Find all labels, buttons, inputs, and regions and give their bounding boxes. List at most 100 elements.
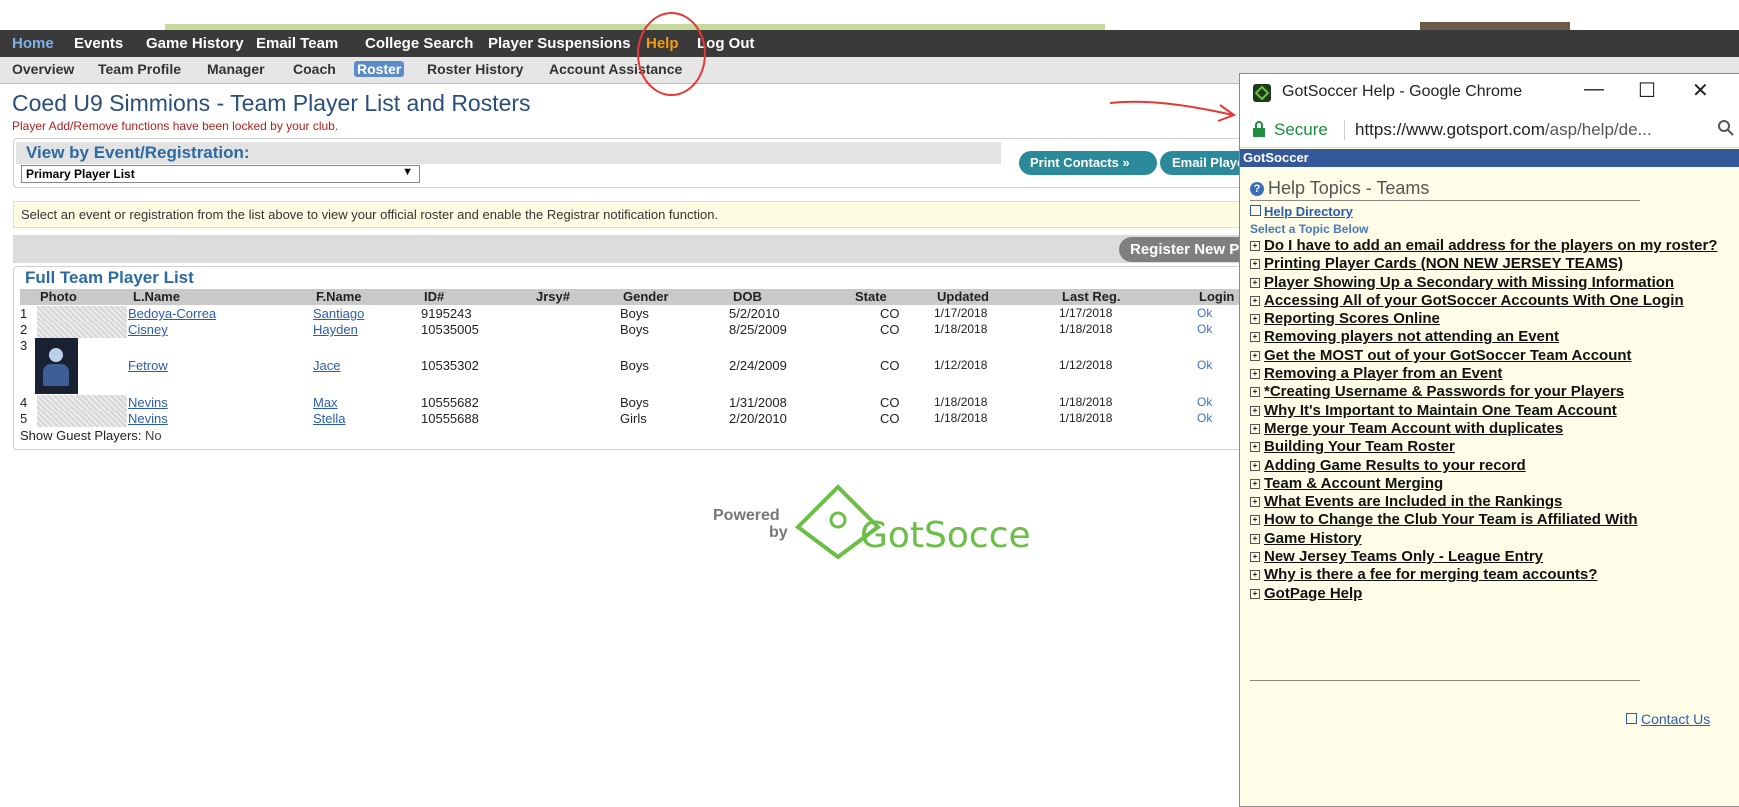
player-login-status[interactable]: Ok — [1197, 411, 1212, 425]
player-last-name-link[interactable]: Bedoya-Correa — [128, 306, 216, 321]
maximize-icon[interactable]: ☐ — [1638, 78, 1656, 103]
help-topic-link[interactable]: + Player Showing Up a Secondary with Miss… — [1250, 274, 1730, 292]
nav-home[interactable]: Home — [12, 35, 54, 52]
help-topic-link[interactable]: + Game History — [1250, 530, 1730, 548]
nav-player-suspensions[interactable]: Player Suspensions — [488, 35, 631, 52]
address-bar[interactable]: Secure https://www.gotsport.com/asp/help… — [1240, 112, 1739, 148]
player-last-name-link[interactable]: Nevins — [128, 411, 168, 426]
row-number: 5 — [20, 411, 28, 426]
expand-plus-icon: + — [1250, 460, 1260, 471]
subnav-overview[interactable]: Overview — [12, 61, 74, 77]
player-login-status[interactable]: Ok — [1197, 395, 1212, 409]
help-topic-link[interactable]: + Why It's Important to Maintain One Team… — [1250, 402, 1730, 420]
nav-game-history[interactable]: Game History — [146, 35, 244, 52]
help-topic-link[interactable]: + Adding Game Results to your record — [1250, 457, 1730, 475]
help-topic-link[interactable]: + Merge your Team Account with duplicates — [1250, 420, 1730, 438]
player-last-name-link[interactable]: Nevins — [128, 395, 168, 410]
guest-players-value: No — [145, 428, 162, 443]
player-first-name-link[interactable]: Max — [313, 395, 338, 410]
guest-players-label: Show Guest Players: — [20, 428, 142, 443]
expand-plus-icon: + — [1250, 314, 1260, 325]
contact-us-link[interactable]: Contact Us — [1641, 711, 1710, 727]
expand-plus-icon: + — [1250, 552, 1260, 563]
row-number: 4 — [20, 395, 28, 410]
help-topic-link[interactable]: + Accessing All of your GotSoccer Account… — [1250, 292, 1730, 310]
nav-events[interactable]: Events — [74, 35, 123, 52]
help-topic-link[interactable]: + Removing a Player from an Event — [1250, 365, 1730, 383]
close-icon[interactable]: ✕ — [1692, 78, 1709, 103]
player-first-name-link[interactable]: Jace — [313, 358, 340, 373]
player-last-name-link[interactable]: Cisney — [128, 322, 168, 337]
help-topic-link[interactable]: + Building Your Team Roster — [1250, 438, 1730, 456]
help-header-bar: GotSoccer — [1240, 149, 1739, 167]
player-login-status[interactable]: Ok — [1197, 358, 1212, 372]
guest-players-toggle[interactable]: Show Guest Players: No — [20, 428, 162, 443]
logo-powered: Powered — [713, 507, 780, 524]
player-updated: 1/12/2018 — [934, 358, 988, 372]
player-login-status[interactable]: Ok — [1197, 306, 1212, 320]
lock-icon — [1253, 121, 1265, 137]
col-last-name: L.Name — [133, 289, 180, 304]
col-updated: Updated — [937, 289, 989, 304]
help-topic-link[interactable]: + Reporting Scores Online — [1250, 310, 1730, 328]
player-last-reg: 1/18/2018 — [1059, 411, 1113, 425]
help-topic-link[interactable]: + New Jersey Teams Only - League Entry — [1250, 548, 1730, 566]
subnav-roster[interactable]: Roster — [354, 61, 405, 77]
player-first-name-link[interactable]: Hayden — [313, 322, 358, 337]
player-first-name-link[interactable]: Santiago — [313, 306, 364, 321]
player-last-name-link[interactable]: Fetrow — [128, 358, 168, 373]
nav-college-search[interactable]: College Search — [365, 35, 473, 52]
help-topic-link[interactable]: + Get the MOST out of your GotSoccer Team… — [1250, 347, 1730, 365]
row-number: 2 — [20, 322, 28, 337]
help-topic-link[interactable]: + How to Change the Club Your Team is Aff… — [1250, 511, 1730, 529]
player-state: CO — [880, 395, 900, 410]
help-topic-link[interactable]: + Removing players not attending an Event — [1250, 328, 1730, 346]
player-last-reg: 1/12/2018 — [1059, 358, 1113, 372]
expand-plus-icon: + — [1250, 332, 1260, 343]
top-banner — [0, 0, 1739, 30]
player-last-reg: 1/18/2018 — [1059, 395, 1113, 409]
dropdown-arrow-icon: ▼ — [402, 166, 413, 178]
expand-plus-icon: + — [1250, 478, 1260, 489]
roster-title: Full Team Player List — [25, 268, 194, 287]
expand-plus-icon: + — [1250, 241, 1260, 251]
subnav-roster-history[interactable]: Roster History — [427, 61, 523, 77]
help-title-text: Help Topics - Teams — [1268, 178, 1430, 198]
row-number: 1 — [20, 306, 28, 321]
player-last-reg: 1/18/2018 — [1059, 322, 1113, 336]
help-topic-link[interactable]: + Printing Player Cards (NON NEW JERSEY T… — [1250, 255, 1730, 273]
info-bar: Select an event or registration from the… — [13, 201, 1245, 228]
event-select[interactable]: Primary Player List ▼ — [21, 165, 420, 183]
select-topic-label: Select a Topic Below — [1250, 222, 1369, 236]
player-updated: 1/17/2018 — [934, 306, 988, 320]
help-topic-link[interactable]: + Why is there a fee for merging team acc… — [1250, 566, 1730, 584]
zoom-icon[interactable] — [1717, 119, 1735, 137]
player-last-reg: 1/17/2018 — [1059, 306, 1113, 320]
help-topic-link[interactable]: + *Creating Username & Passwords for your… — [1250, 383, 1730, 401]
help-topics-title: ? Help Topics - Teams — [1250, 178, 1429, 199]
nav-email-team[interactable]: Email Team — [256, 35, 338, 52]
url-text[interactable]: https://www.gotsport.com/asp/help/de... — [1355, 120, 1690, 140]
subnav-manager[interactable]: Manager — [207, 61, 265, 77]
player-login-status[interactable]: Ok — [1197, 322, 1212, 336]
player-dob: 2/24/2009 — [729, 358, 787, 373]
annotation-circle — [637, 12, 706, 96]
window-title: GotSoccer Help - Google Chrome — [1282, 83, 1523, 100]
help-directory-link[interactable]: Help Directory — [1264, 204, 1353, 219]
url-path: /asp/help/de... — [1544, 120, 1652, 139]
subnav-team-profile[interactable]: Team Profile — [98, 61, 181, 77]
minimize-icon[interactable]: — — [1584, 78, 1604, 101]
help-topic-link[interactable]: + GotPage Help — [1250, 585, 1730, 603]
col-login: Login — [1199, 289, 1235, 304]
help-topic-link[interactable]: + Do I have to add an email address for t… — [1250, 237, 1730, 255]
expand-plus-icon: + — [1250, 533, 1260, 544]
player-id: 10535302 — [421, 358, 479, 373]
divider — [1250, 200, 1640, 201]
subnav-coach[interactable]: Coach — [293, 61, 336, 77]
print-contacts-button[interactable]: Print Contacts » — [1019, 151, 1157, 175]
help-topic-link[interactable]: + What Events are Included in the Ranking… — [1250, 493, 1730, 511]
col-jersey: Jrsy# — [536, 289, 570, 304]
player-first-name-link[interactable]: Stella — [313, 411, 346, 426]
player-state: CO — [880, 358, 900, 373]
help-topic-link[interactable]: + Team & Account Merging — [1250, 475, 1730, 493]
